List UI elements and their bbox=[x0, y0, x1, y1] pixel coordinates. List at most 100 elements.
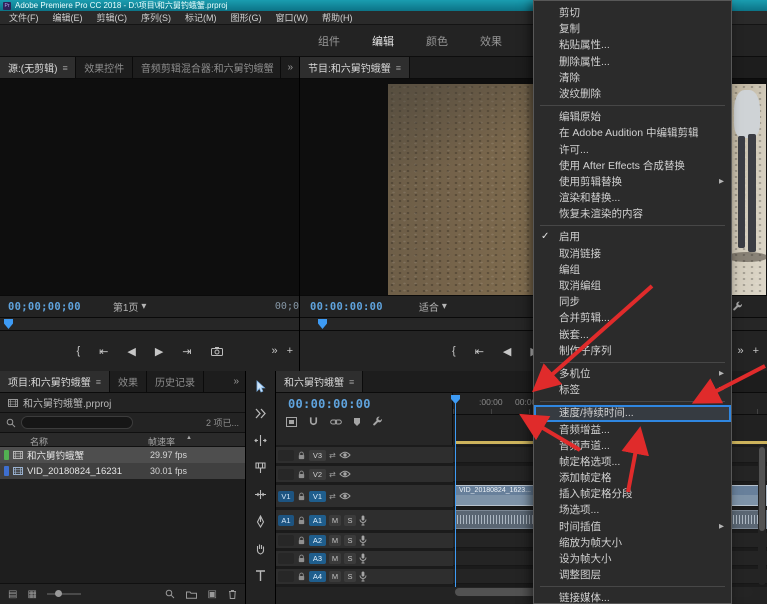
menu-item-enable[interactable]: ✓启用 bbox=[534, 229, 731, 245]
play-button[interactable]: ▶ bbox=[155, 345, 163, 358]
menu-item-merge-clips[interactable]: 合并剪辑... bbox=[534, 310, 731, 326]
tab-history[interactable]: 历史记录 bbox=[147, 371, 204, 392]
track-target-v2[interactable]: V2 bbox=[309, 469, 326, 480]
label-chip-green[interactable] bbox=[4, 450, 9, 460]
eye-icon[interactable] bbox=[339, 470, 351, 478]
track-header-a2[interactable]: A2 M S bbox=[276, 533, 453, 548]
panel-menu-icon[interactable]: ≡ bbox=[396, 63, 401, 73]
tab-overflow-icon[interactable]: » bbox=[281, 57, 299, 78]
lock-icon[interactable] bbox=[297, 470, 306, 479]
lock-icon[interactable] bbox=[297, 536, 306, 545]
project-bin-row[interactable]: 和六舅钓蛾蟹.prproj bbox=[0, 393, 245, 413]
track-header-v2[interactable]: V2 ⇄ bbox=[276, 466, 453, 482]
pen-tool[interactable] bbox=[253, 515, 268, 528]
timeline-timecode[interactable]: 00:00:00:00 bbox=[276, 393, 452, 411]
menu-item-speed-duration[interactable]: 速度/持续时间... bbox=[534, 405, 731, 421]
menu-item-unlink[interactable]: 取消链接 bbox=[534, 246, 731, 262]
source-zoom-select[interactable]: 第1页 ▾ bbox=[113, 299, 147, 314]
menu-clip[interactable]: 剪辑(C) bbox=[90, 11, 135, 24]
solo-button[interactable]: S bbox=[344, 571, 356, 582]
project-empty-area[interactable] bbox=[0, 479, 245, 583]
workspace-tab-assembly[interactable]: 组件 bbox=[318, 33, 340, 49]
go-to-out-button[interactable]: ⇥ bbox=[182, 345, 191, 358]
solo-button[interactable]: S bbox=[344, 535, 356, 546]
panel-menu-icon[interactable]: ≡ bbox=[62, 63, 67, 73]
menu-item-nest[interactable]: 嵌套... bbox=[534, 327, 731, 343]
panel-menu-icon[interactable]: ≡ bbox=[96, 377, 101, 387]
menu-item-scale-to-frame-size[interactable]: 缩放为帧大小 bbox=[534, 535, 731, 551]
menu-item-copy[interactable]: 复制 bbox=[534, 21, 731, 37]
button-editor-button[interactable]: + bbox=[753, 345, 759, 357]
workspace-tab-effects[interactable]: 效果 bbox=[480, 33, 502, 49]
mark-in-button[interactable]: { bbox=[452, 345, 456, 357]
track-header-a1[interactable]: A1 A1 M S bbox=[276, 510, 453, 530]
track-target-a4[interactable]: A4 bbox=[309, 571, 326, 582]
panel-menu-icon[interactable]: ≡ bbox=[349, 377, 354, 387]
menu-markers[interactable]: 标记(M) bbox=[178, 11, 224, 24]
menu-item-edit-original[interactable]: 编辑原始 bbox=[534, 109, 731, 125]
source-patch-v1[interactable]: V1 bbox=[278, 491, 294, 502]
mark-in-button[interactable]: { bbox=[76, 345, 80, 357]
mic-icon[interactable] bbox=[359, 535, 367, 546]
workspace-tab-editing[interactable]: 编辑 bbox=[372, 33, 394, 49]
menu-item-label-color[interactable]: 标签▶ bbox=[534, 382, 731, 398]
mic-icon[interactable] bbox=[359, 515, 367, 526]
lock-icon[interactable] bbox=[297, 554, 306, 563]
nest-toggle-icon[interactable] bbox=[286, 417, 297, 427]
mic-icon[interactable] bbox=[359, 571, 367, 582]
source-playhead[interactable] bbox=[4, 319, 13, 329]
track-target-a2[interactable]: A2 bbox=[309, 535, 326, 546]
menu-item-edit-in-audition[interactable]: 在 Adobe Audition 中编辑剪辑 bbox=[534, 125, 731, 141]
step-back-button[interactable]: ◀ bbox=[503, 345, 511, 358]
new-item-button[interactable]: ▣ bbox=[208, 589, 217, 600]
menu-item-clear[interactable]: 清除 bbox=[534, 70, 731, 86]
source-viewer[interactable] bbox=[0, 79, 299, 295]
solo-button[interactable]: S bbox=[344, 515, 356, 526]
mute-button[interactable]: M bbox=[329, 553, 341, 564]
button-overflow-icon[interactable]: » bbox=[737, 345, 743, 357]
linked-selection-icon[interactable] bbox=[330, 417, 342, 427]
selection-tool[interactable] bbox=[253, 380, 268, 393]
add-marker-icon[interactable] bbox=[353, 417, 361, 427]
tab-effects[interactable]: 效果 bbox=[110, 371, 147, 392]
lock-icon[interactable] bbox=[297, 492, 306, 501]
delete-button[interactable] bbox=[228, 589, 237, 599]
tab-timeline-sequence[interactable]: 和六舅钓蛾蟹 ≡ bbox=[276, 371, 363, 392]
settings-wrench-icon[interactable] bbox=[732, 301, 743, 312]
lock-icon[interactable] bbox=[297, 451, 306, 460]
track-header-v3[interactable]: V3 ⇄ bbox=[276, 447, 453, 463]
source-patch-empty[interactable] bbox=[278, 469, 294, 480]
source-patch-empty[interactable] bbox=[278, 553, 294, 564]
search-input[interactable] bbox=[21, 416, 133, 429]
mute-button[interactable]: M bbox=[329, 535, 341, 546]
zoom-slider[interactable] bbox=[47, 593, 81, 595]
track-header-v1[interactable]: V1 V1 ⇄ bbox=[276, 485, 453, 507]
timeline-settings-icon[interactable] bbox=[372, 416, 383, 427]
menu-item-add-frame-hold[interactable]: 添加帧定格 bbox=[534, 470, 731, 486]
menu-item-ripple-delete[interactable]: 波纹删除 bbox=[534, 86, 731, 102]
menu-item-adjustment-layer[interactable]: 调整图层 bbox=[534, 567, 731, 583]
go-to-in-button[interactable]: ⇤ bbox=[475, 345, 484, 358]
project-row-sequence[interactable]: 和六舅钓蛾蟹 29.97 fps bbox=[0, 447, 245, 463]
sync-lock-icon[interactable]: ⇄ bbox=[329, 492, 336, 501]
find-button[interactable] bbox=[165, 589, 175, 599]
sync-lock-icon[interactable]: ⇄ bbox=[329, 451, 336, 460]
button-editor-button[interactable]: + bbox=[287, 345, 293, 357]
menu-item-time-interpolation[interactable]: 时间插值▶ bbox=[534, 519, 731, 535]
tab-source-monitor[interactable]: 源:(无剪辑) ≡ bbox=[0, 57, 76, 78]
hand-tool[interactable] bbox=[253, 542, 268, 555]
solo-button[interactable]: S bbox=[344, 553, 356, 564]
menu-item-replace-with-clip[interactable]: 使用剪辑替换▶ bbox=[534, 174, 731, 190]
step-back-button[interactable]: ◀ bbox=[127, 345, 135, 358]
menu-sequence[interactable]: 序列(S) bbox=[134, 11, 178, 24]
menu-item-replace-with-ae-comp[interactable]: 使用 After Effects 合成替换 bbox=[534, 158, 731, 174]
menu-help[interactable]: 帮助(H) bbox=[315, 11, 360, 24]
menu-item-cut[interactable]: 剪切 bbox=[534, 5, 731, 21]
menu-item-multi-camera[interactable]: 多机位▶ bbox=[534, 366, 731, 382]
track-target-v3[interactable]: V3 bbox=[309, 450, 326, 461]
tab-program-monitor[interactable]: 节目:和六舅钓蛾蟹 ≡ bbox=[300, 57, 410, 78]
label-chip-blue[interactable] bbox=[4, 466, 9, 476]
track-target-a1[interactable]: A1 bbox=[309, 515, 326, 526]
menu-item-audio-gain[interactable]: 音频增益... bbox=[534, 422, 731, 438]
timeline-vertical-scrollbar[interactable] bbox=[758, 445, 766, 585]
